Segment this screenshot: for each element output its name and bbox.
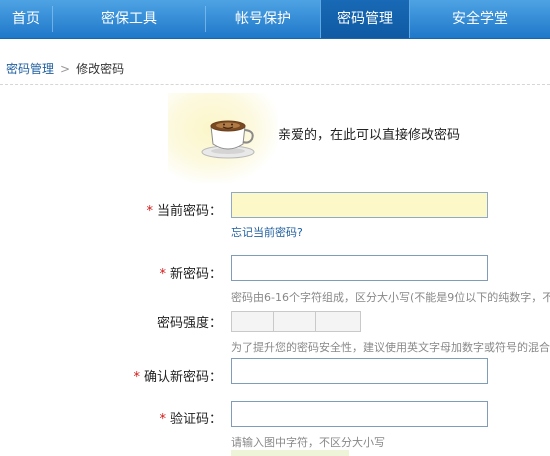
strength-segment xyxy=(274,312,316,331)
required-mark: * xyxy=(159,412,166,427)
password-strength-hint: 为了提升您的密码安全性，建议使用英文字母加数字或符号的混合密 xyxy=(231,341,550,354)
required-mark: * xyxy=(159,267,166,282)
captcha-input[interactable] xyxy=(231,401,488,427)
confirm-password-input[interactable] xyxy=(231,358,488,384)
forgot-password-link[interactable]: 忘记当前密码? xyxy=(231,224,303,240)
current-password-label: * 当前密码： xyxy=(146,204,222,219)
nav-item-home[interactable]: 首页 xyxy=(0,0,52,38)
password-strength-label: 密码强度： xyxy=(156,316,222,331)
strength-segment xyxy=(316,312,360,331)
nav-item-security-tools[interactable]: 密保工具 xyxy=(53,0,205,38)
new-password-label: * 新密码： xyxy=(159,267,222,282)
welcome-text: 亲爱的，在此可以直接修改密码 xyxy=(278,128,461,143)
top-nav: 首页 密保工具 帐号保护 密码管理 安全学堂 xyxy=(0,0,550,39)
breadcrumb: 密码管理 > 修改密码 xyxy=(6,60,124,77)
captcha-image[interactable] xyxy=(231,450,349,456)
captcha-hint: 请输入图中字符，不区分大小写 xyxy=(231,436,385,449)
required-mark: * xyxy=(146,204,153,219)
current-password-input[interactable] xyxy=(231,192,488,218)
breadcrumb-parent-link[interactable]: 密码管理 xyxy=(6,62,54,76)
required-mark: * xyxy=(133,370,140,385)
divider-line xyxy=(0,84,550,85)
nav-item-password-management[interactable]: 密码管理 xyxy=(320,0,410,38)
new-password-input[interactable] xyxy=(231,255,488,281)
nav-item-account-protection[interactable]: 帐号保护 xyxy=(206,0,320,38)
breadcrumb-current: 修改密码 xyxy=(76,62,125,76)
coffee-cup-icon xyxy=(201,120,255,159)
nav-item-security-school[interactable]: 安全学堂 xyxy=(410,0,550,38)
captcha-label: * 验证码： xyxy=(159,412,222,427)
password-strength-meter xyxy=(231,311,361,332)
strength-segment xyxy=(232,312,274,331)
new-password-hint: 密码由6-16个字符组成，区分大小写(不能是9位以下的纯数字，不能 xyxy=(231,291,550,304)
breadcrumb-separator: > xyxy=(60,62,71,76)
confirm-password-label: * 确认新密码： xyxy=(133,370,222,385)
